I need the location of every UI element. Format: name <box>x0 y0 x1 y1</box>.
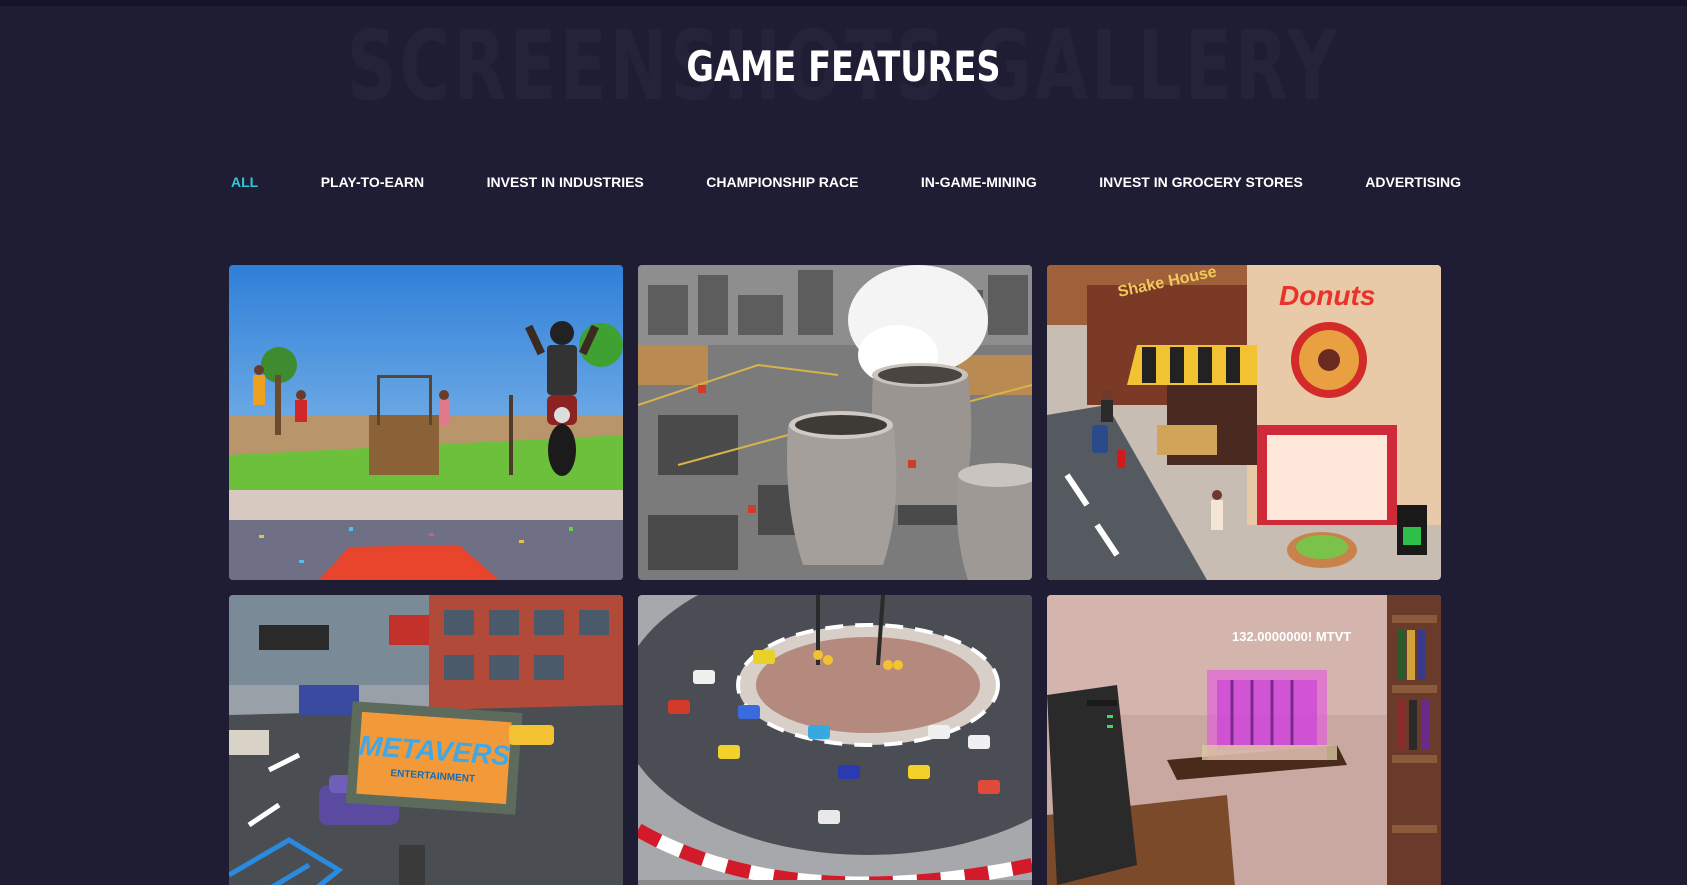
filter-advertising[interactable]: ADVERTISING <box>1365 174 1461 190</box>
filter-invest-in-grocery-stores[interactable]: INVEST IN GROCERY STORES <box>1099 174 1303 190</box>
filter-in-game-mining[interactable]: IN-GAME-MINING <box>921 174 1037 190</box>
gallery-item-championship-race[interactable] <box>638 595 1032 885</box>
section-title: GAME FEATURES <box>686 42 1001 91</box>
donut-sign <box>1291 322 1367 398</box>
gallery-item-invest-in-industries[interactable] <box>638 265 1032 580</box>
gallery-item-advertising[interactable]: METAVERS ENTERTAINMENT <box>229 595 623 885</box>
donuts-sign-text: Donuts <box>1279 280 1375 311</box>
screenshot-race-track <box>638 595 1032 885</box>
gallery-section: SCREENSHOTS GALLERY GAME FEATURES ALL PL… <box>0 0 1687 885</box>
gallery-item-play-to-earn[interactable] <box>229 265 623 580</box>
screenshot-grid: Donuts Shake House METAVERS ENTERTAINMEN… <box>229 265 1441 885</box>
screenshot-mining-rig: 132.0000000! MTVT <box>1047 595 1441 885</box>
gallery-item-invest-in-grocery-stores[interactable]: Donuts Shake House <box>1047 265 1441 580</box>
mining-readout: 132.0000000! MTVT <box>1232 629 1351 644</box>
filter-tabs: ALL PLAY-TO-EARN INVEST IN INDUSTRIES CH… <box>231 170 1461 194</box>
filter-invest-in-industries[interactable]: INVEST IN INDUSTRIES <box>487 174 644 190</box>
screenshot-industrial-city <box>638 265 1032 580</box>
screenshot-donut-shop: Donuts Shake House <box>1047 265 1441 580</box>
mining-rig-hologram <box>1202 670 1337 760</box>
filter-play-to-earn[interactable]: PLAY-TO-EARN <box>321 174 424 190</box>
gallery-item-in-game-mining[interactable]: 132.0000000! MTVT <box>1047 595 1441 885</box>
filter-all[interactable]: ALL <box>231 174 258 190</box>
screenshot-motorcycle-scene <box>229 265 623 580</box>
screenshot-billboard-street: METAVERS ENTERTAINMENT <box>229 595 623 885</box>
filter-championship-race[interactable]: CHAMPIONSHIP RACE <box>706 174 858 190</box>
top-strip <box>0 0 1687 6</box>
